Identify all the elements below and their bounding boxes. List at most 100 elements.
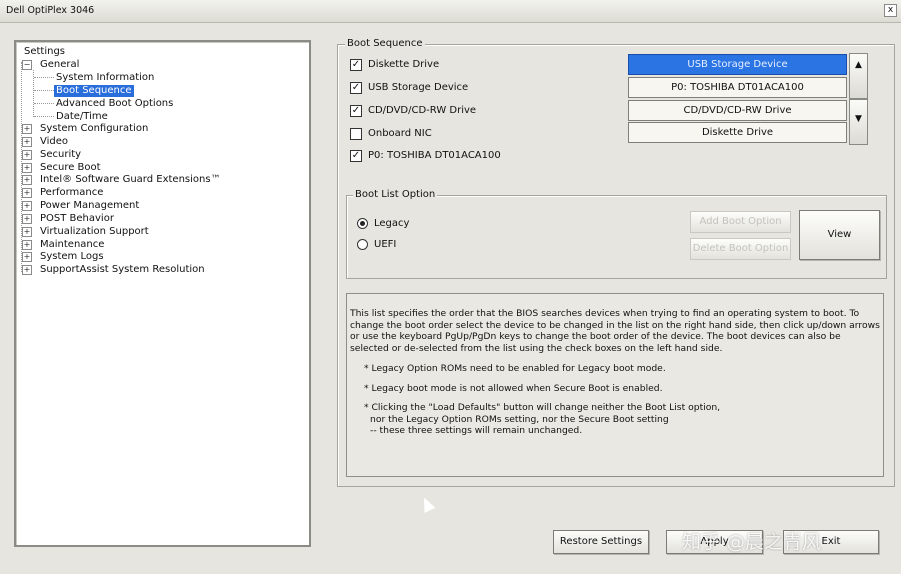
tree-item-date-time[interactable]: Date/Time xyxy=(54,111,110,123)
tree-item-general[interactable]: − General xyxy=(22,59,81,71)
tree-item-label: System Information xyxy=(56,72,155,83)
tree-item-label: System Logs xyxy=(40,251,104,262)
mouse-pointer-icon xyxy=(418,495,436,513)
watermark-text: 知乎 @晨之青风 xyxy=(682,531,822,553)
help-note: -- these three settings will remain unch… xyxy=(370,425,583,436)
boot-sequence-title: Boot Sequence xyxy=(345,38,425,49)
title-bar: Dell OptiPlex 3046 x xyxy=(0,0,901,23)
tree-item-system-logs[interactable]: + System Logs xyxy=(22,251,106,263)
tree-item-label: Boot Sequence xyxy=(54,85,134,97)
tree-item-label: Secure Boot xyxy=(40,162,101,173)
up-arrow-icon: ▲ xyxy=(855,60,862,70)
tree-item-label: Performance xyxy=(40,187,104,198)
radio-unselected-icon[interactable] xyxy=(357,238,368,250)
tree-item-maintenance[interactable]: + Maintenance xyxy=(22,239,106,251)
help-description: This list specifies the order that the B… xyxy=(346,293,884,477)
move-down-button[interactable]: ▼ xyxy=(849,99,868,145)
tree-item-label: System Configuration xyxy=(40,123,149,134)
help-note: * Legacy Option ROMs need to be enabled … xyxy=(364,363,666,374)
boot-list-option-title: Boot List Option xyxy=(353,189,438,200)
boot-device-label: CD/DVD/CD-RW Drive xyxy=(368,105,477,116)
boot-device-label: Diskette Drive xyxy=(368,59,440,70)
tree-item-supportassist[interactable]: + SupportAssist System Resolution xyxy=(22,264,207,276)
tree-connector xyxy=(34,90,54,91)
radio-legacy[interactable]: Legacy xyxy=(357,217,409,231)
expand-icon[interactable]: + xyxy=(22,227,32,237)
tree-item-security[interactable]: + Security xyxy=(22,149,83,161)
boot-device-hdd[interactable]: ✓ P0: TOSHIBA DT01ACA100 xyxy=(350,149,501,163)
delete-boot-option-button[interactable]: Delete Boot Option xyxy=(690,238,791,260)
tree-item-label: Video xyxy=(40,136,69,147)
down-arrow-icon: ▼ xyxy=(855,114,862,124)
window-title: Dell OptiPlex 3046 xyxy=(6,5,95,16)
tree-item-power-management[interactable]: + Power Management xyxy=(22,200,141,212)
tree-item-system-information[interactable]: System Information xyxy=(54,72,156,84)
help-paragraph: This list specifies the order that the B… xyxy=(350,308,880,354)
move-up-button[interactable]: ▲ xyxy=(849,53,868,99)
boot-device-label: P0: TOSHIBA DT01ACA100 xyxy=(368,150,501,161)
boot-device-usb[interactable]: ✓ USB Storage Device xyxy=(350,81,468,95)
collapse-icon[interactable]: − xyxy=(22,60,32,70)
boot-order-item[interactable]: CD/DVD/CD-RW Drive xyxy=(628,100,847,121)
boot-device-diskette[interactable]: ✓ Diskette Drive xyxy=(350,58,439,72)
tree-connector xyxy=(34,103,54,104)
checkbox-checked-icon[interactable]: ✓ xyxy=(350,58,362,71)
boot-device-nic[interactable]: Onboard NIC xyxy=(350,127,432,141)
expand-icon[interactable]: + xyxy=(22,201,32,211)
help-note: * Legacy boot mode is not allowed when S… xyxy=(364,382,663,394)
tree-item-secure-boot[interactable]: + Secure Boot xyxy=(22,162,103,174)
tree-item-label: Security xyxy=(40,149,82,160)
close-button[interactable]: x xyxy=(884,4,897,17)
expand-icon[interactable]: + xyxy=(22,214,32,224)
expand-icon[interactable]: + xyxy=(22,175,32,185)
checkbox-checked-icon[interactable]: ✓ xyxy=(350,81,362,94)
checkbox-unchecked-icon[interactable] xyxy=(350,127,362,140)
tree-item-boot-sequence[interactable]: Boot Sequence xyxy=(54,85,134,97)
tree-root[interactable]: Settings xyxy=(22,46,67,58)
boot-order-item[interactable]: P0: TOSHIBA DT01ACA100 xyxy=(628,77,847,98)
tree-item-performance[interactable]: + Performance xyxy=(22,187,105,199)
tree-item-label: Intel® Software Guard Extensions™ xyxy=(40,174,221,185)
view-button[interactable]: View xyxy=(799,210,880,260)
tree-item-label: Maintenance xyxy=(40,239,105,250)
checkbox-checked-icon[interactable]: ✓ xyxy=(350,149,362,162)
add-boot-option-button[interactable]: Add Boot Option xyxy=(690,211,791,233)
tree-item-virtualization-support[interactable]: + Virtualization Support xyxy=(22,226,151,238)
restore-settings-button[interactable]: Restore Settings xyxy=(553,530,649,554)
tree-item-system-configuration[interactable]: + System Configuration xyxy=(22,123,150,135)
tree-item-video[interactable]: + Video xyxy=(22,136,70,148)
tree-item-sgx[interactable]: + Intel® Software Guard Extensions™ xyxy=(22,174,223,186)
tree-item-label: POST Behavior xyxy=(40,213,114,224)
help-note: * Clicking the "Load Defaults" button wi… xyxy=(364,402,721,413)
expand-icon[interactable]: + xyxy=(22,188,32,198)
boot-device-label: Onboard NIC xyxy=(368,128,432,139)
expand-icon[interactable]: + xyxy=(22,252,32,262)
tree-item-label: SupportAssist System Resolution xyxy=(40,264,205,275)
boot-order-item[interactable]: USB Storage Device xyxy=(628,54,847,75)
tree-root-label: Settings xyxy=(24,46,66,57)
radio-selected-icon[interactable] xyxy=(357,217,368,229)
boot-device-label: USB Storage Device xyxy=(368,82,469,93)
expand-icon[interactable]: + xyxy=(22,137,32,147)
settings-tree: Settings − General System Information Bo… xyxy=(14,40,311,547)
help-note: nor the Legacy Option ROMs setting, nor … xyxy=(370,413,669,425)
tree-item-label: Virtualization Support xyxy=(40,226,149,237)
boot-device-cdrom[interactable]: ✓ CD/DVD/CD-RW Drive xyxy=(350,104,476,118)
radio-label: Legacy xyxy=(374,218,410,229)
tree-item-advanced-boot-options[interactable]: Advanced Boot Options xyxy=(54,98,175,110)
expand-icon[interactable]: + xyxy=(22,163,32,173)
expand-icon[interactable]: + xyxy=(22,150,32,160)
tree-connector xyxy=(34,77,54,78)
tree-item-label: Power Management xyxy=(40,200,140,211)
tree-connector xyxy=(34,116,54,117)
tree-item-label: Date/Time xyxy=(56,111,108,122)
tree-item-post-behavior[interactable]: + POST Behavior xyxy=(22,213,116,225)
radio-uefi[interactable]: UEFI xyxy=(357,238,396,252)
checkbox-checked-icon[interactable]: ✓ xyxy=(350,104,362,117)
radio-label: UEFI xyxy=(374,239,397,250)
boot-order-item[interactable]: Diskette Drive xyxy=(628,122,847,143)
expand-icon[interactable]: + xyxy=(22,265,32,275)
expand-icon[interactable]: + xyxy=(22,124,32,134)
tree-item-label: Advanced Boot Options xyxy=(56,98,174,109)
expand-icon[interactable]: + xyxy=(22,240,32,250)
